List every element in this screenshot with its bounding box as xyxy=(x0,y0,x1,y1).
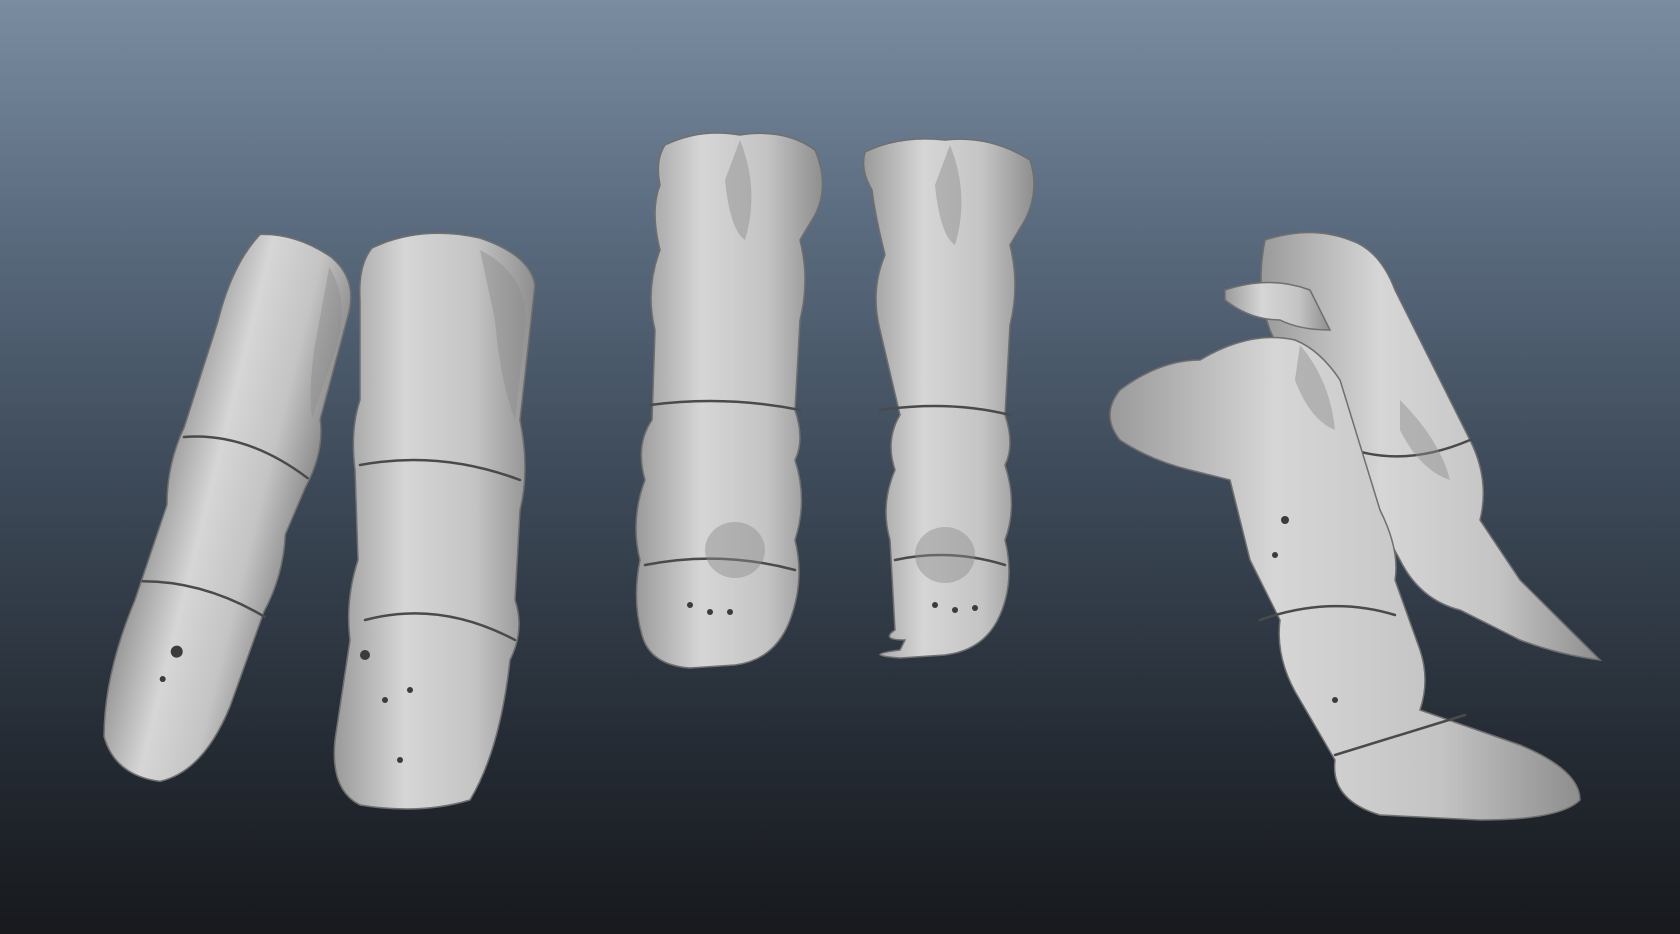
model-group-middle[interactable] xyxy=(635,132,1035,669)
model-group-right[interactable] xyxy=(1109,231,1603,821)
digit-middle-a[interactable] xyxy=(635,132,824,669)
model-group-left[interactable] xyxy=(89,221,536,810)
digit-left-b[interactable] xyxy=(333,232,536,810)
scene-canvas[interactable] xyxy=(0,0,1680,934)
digit-middle-b[interactable] xyxy=(862,138,1035,659)
3d-viewport[interactable] xyxy=(0,0,1680,934)
digit-left-a[interactable] xyxy=(89,221,368,800)
